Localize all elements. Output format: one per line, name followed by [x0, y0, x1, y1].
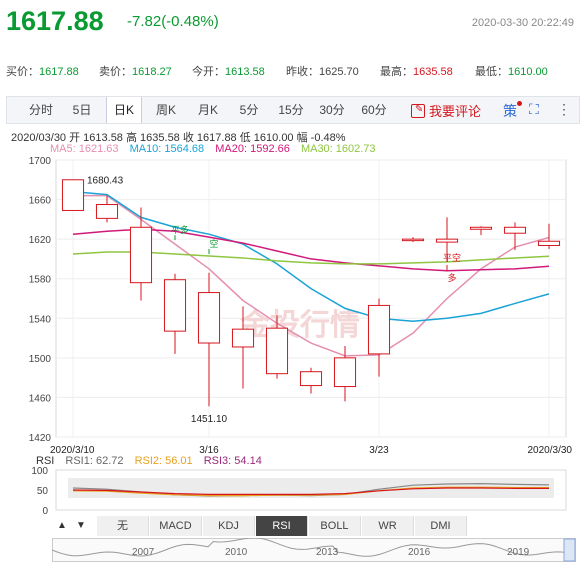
low-item: 最低：1610.00 [475, 63, 548, 79]
low-value: 1610.00 [508, 66, 548, 78]
candle-body [61, 179, 85, 211]
nav-year-2013: 2013 [316, 547, 339, 558]
navigator-frame [52, 538, 576, 562]
prev-close-value: 1625.70 [319, 66, 359, 78]
rsi-tick-label: 50 [37, 486, 49, 497]
ind-tab-kdj[interactable]: KDJ [203, 516, 255, 536]
low-label: 最低： [475, 66, 508, 78]
signal-close-short: 平空 [443, 252, 461, 264]
ind-tab-wr[interactable]: WR [362, 516, 414, 536]
tab-weekly-k[interactable]: 周K [148, 97, 184, 123]
candle-body [129, 226, 153, 284]
ind-tab-boll[interactable]: BOLL [309, 516, 361, 536]
y-tick-label: 1420 [29, 433, 52, 444]
y-tick-label: 1540 [29, 314, 52, 325]
high-item: 最高：1635.58 [380, 63, 453, 79]
candle-body [537, 240, 561, 246]
strategy-icon[interactable]: 策 [503, 101, 522, 121]
tab-daily-k[interactable]: 日K [106, 97, 142, 123]
rsi-chart[interactable]: 100 50 0 [0, 462, 586, 514]
ask-value: 1618.27 [132, 66, 172, 78]
y-tick-label: 1580 [29, 275, 52, 286]
quote-header: 1617.88 -7.82(-0.48%) 2020-03-30 20:22:4… [0, 0, 586, 50]
x-tick-label: 2020/3/10 [50, 445, 95, 455]
tab-fenshi[interactable]: 分时 [21, 97, 61, 123]
y-tick-label: 1660 [29, 196, 52, 207]
history-navigator[interactable] [52, 538, 576, 562]
period-toolbar: 分时 5日 日K 周K 月K 5分 15分 30分 60分 ✎ 我要评论 策 ⛶ … [6, 96, 580, 124]
candle-body [333, 357, 357, 388]
bid-value: 1617.88 [39, 66, 79, 78]
price-change: -7.82(-0.48%) [127, 13, 219, 30]
indicator-tabs: 无 MACD KDJ RSI BOLL WR DMI [97, 516, 511, 536]
edit-icon: ✎ [411, 104, 425, 118]
rsi-tick-label: 100 [31, 466, 48, 477]
rsi-tick-label: 0 [42, 506, 48, 514]
more-options-icon[interactable]: ⋮ [557, 101, 571, 118]
prev-close-label: 昨收： [286, 66, 319, 78]
signal-long: 多 [447, 272, 456, 284]
tab-60min[interactable]: 60分 [356, 97, 392, 123]
y-tick-label: 1700 [29, 156, 52, 167]
candle-body [163, 279, 187, 332]
ind-tab-macd[interactable]: MACD [150, 516, 202, 536]
bid-item: 买价：1617.88 [6, 63, 79, 79]
candle-body [503, 226, 527, 234]
x-tick-label: 3/16 [199, 445, 219, 455]
ask-label: 卖价： [99, 66, 132, 78]
candle-body [95, 204, 119, 219]
ind-tab-rsi[interactable]: RSI [256, 516, 308, 536]
x-tick-label: 2020/3/30 [528, 445, 573, 455]
low-annotation: 1451.10 [191, 414, 228, 425]
open-value: 1613.58 [225, 66, 265, 78]
open-label: 今开： [192, 66, 225, 78]
ask-item: 卖价：1618.27 [99, 63, 172, 79]
y-tick-label: 1460 [29, 393, 52, 404]
signal-short: 空 [209, 238, 218, 250]
x-tick-label: 3/23 [369, 445, 389, 455]
comment-button-label: 我要评论 [429, 104, 482, 119]
candle-body [231, 328, 255, 348]
y-tick-label: 1620 [29, 235, 52, 246]
candle-body [367, 304, 391, 355]
nav-year-2007: 2007 [132, 547, 155, 558]
navigator-handle [563, 538, 576, 562]
bid-label: 买价： [6, 66, 39, 78]
tab-monthly-k[interactable]: 月K [190, 97, 226, 123]
comment-button[interactable]: ✎ 我要评论 [411, 101, 481, 120]
candle-body [299, 371, 323, 387]
nav-year-2010: 2010 [225, 547, 248, 558]
scroll-left-button[interactable]: ▲ [53, 516, 71, 536]
plot-frame [55, 159, 567, 438]
candle-body [435, 238, 459, 243]
high-annotation: 1680.43 [87, 175, 124, 186]
ind-tab-dmi[interactable]: DMI [415, 516, 467, 536]
tab-5min[interactable]: 5分 [232, 97, 266, 123]
ind-tab-none[interactable]: 无 [97, 516, 149, 536]
scroll-right-button[interactable]: ▼ [72, 516, 90, 536]
nav-year-2016: 2016 [408, 547, 431, 558]
current-price: 1617.88 [6, 6, 104, 36]
candle-body [197, 292, 221, 344]
tab-5day[interactable]: 5日 [65, 97, 99, 123]
candle-body [401, 238, 425, 242]
tab-30min[interactable]: 30分 [314, 97, 350, 123]
signal-close-long: 平多 [171, 224, 189, 236]
tab-15min[interactable]: 15分 [273, 97, 309, 123]
high-label: 最高： [380, 66, 413, 78]
prev-close-item: 昨收：1625.70 [286, 63, 359, 79]
nav-year-2019: 2019 [507, 547, 530, 558]
candlestick-chart[interactable]: 1700 1660 1620 1580 1540 1500 1460 1420 金投行情 1680… [0, 150, 586, 455]
y-tick-label: 1500 [29, 354, 52, 365]
candle-body [265, 327, 289, 375]
high-value: 1635.58 [413, 66, 453, 78]
timestamp: 2020-03-30 20:22:49 [471, 17, 574, 29]
watermark-text: 金投行情 [239, 308, 360, 343]
open-item: 今开：1613.58 [192, 63, 265, 79]
candle-body [469, 226, 493, 230]
fullscreen-icon[interactable]: ⛶ [529, 101, 539, 118]
